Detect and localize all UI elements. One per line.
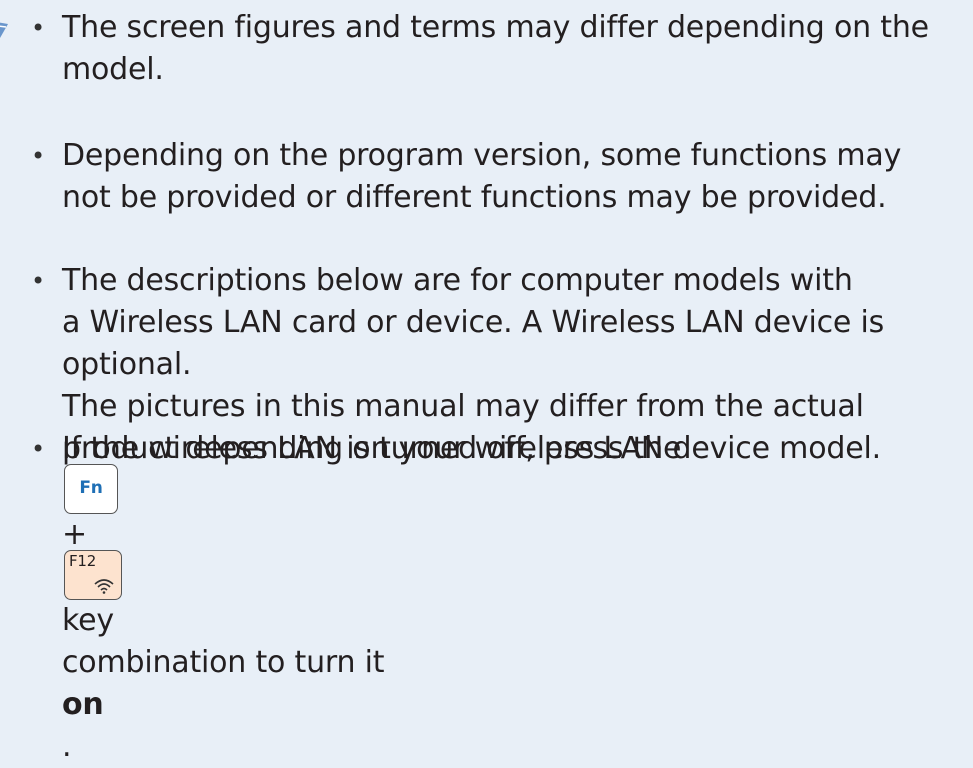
plus-sign: +	[62, 517, 87, 552]
f12-key: F12	[64, 550, 122, 600]
note-text-before-keys: If the wireless LAN is turned off, press…	[62, 431, 682, 466]
note-text: Depending on the program version, some f…	[62, 135, 967, 219]
note-text-period: .	[62, 729, 72, 764]
note-line: combination to turn it on.	[62, 642, 967, 768]
note-text: If the wireless LAN is turned off, press…	[62, 428, 967, 768]
note-line: model.	[62, 52, 164, 87]
note-pencil-icon	[0, 22, 8, 38]
note-text: The screen figures and terms may differ …	[62, 7, 967, 91]
fn-key-label: Fn	[79, 478, 103, 498]
note-line: a Wireless LAN card or device. A Wireles…	[62, 305, 885, 340]
note-item: • The screen figures and terms may diffe…	[31, 7, 967, 91]
note-text-line2: combination to turn it	[62, 645, 385, 680]
note-item: • If the wireless LAN is turned off, pre…	[31, 428, 967, 768]
note-line: optional.	[62, 347, 192, 382]
note-text-emphasis: on	[62, 687, 104, 722]
note-item: • Depending on the program version, some…	[31, 135, 967, 219]
wifi-icon	[94, 579, 114, 594]
note-line: not be provided or different functions m…	[62, 180, 887, 215]
note-line: The screen figures and terms may differ …	[62, 10, 929, 45]
f12-key-label: F12	[69, 552, 97, 570]
note-line: The descriptions below are for computer …	[62, 263, 853, 298]
note-text-after-keys: key	[62, 603, 114, 638]
bullet: •	[31, 267, 45, 295]
note-line: The pictures in this manual may differ f…	[62, 389, 864, 424]
bullet: •	[31, 435, 45, 463]
bullet: •	[31, 14, 45, 42]
fn-key: Fn	[64, 464, 118, 514]
note-line: Depending on the program version, some f…	[62, 138, 902, 173]
bullet: •	[31, 142, 45, 170]
note-line: If the wireless LAN is turned off, press…	[62, 428, 967, 642]
